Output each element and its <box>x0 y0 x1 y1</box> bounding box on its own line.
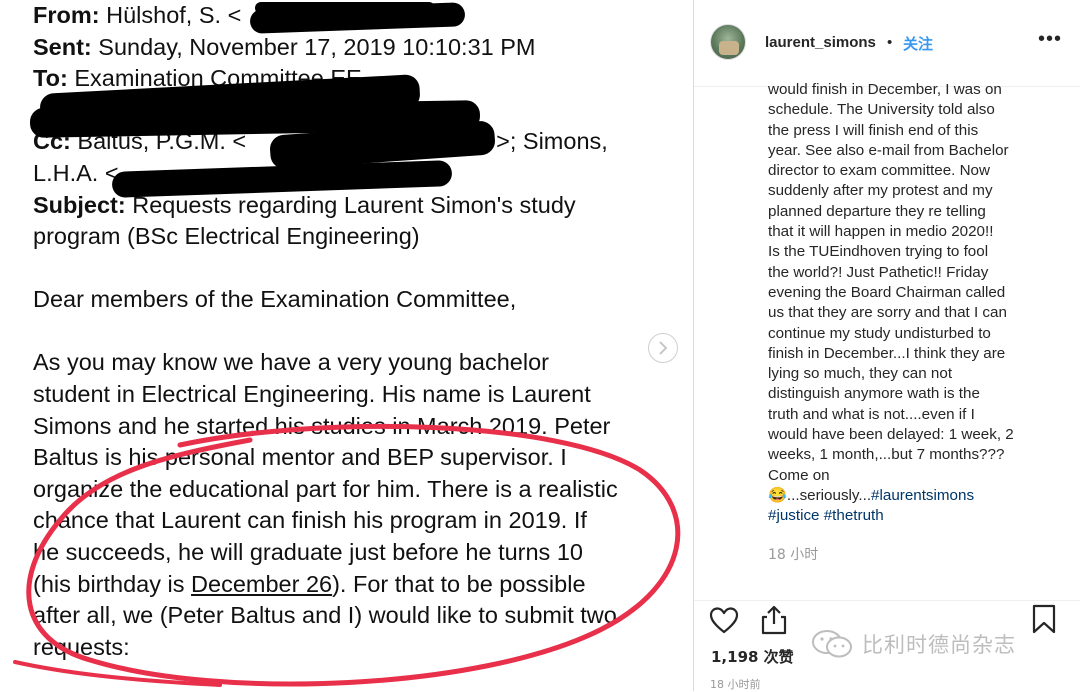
follow-button[interactable]: 关注 <box>903 33 933 54</box>
email-body-line: Simons and he started his studies in Mar… <box>33 412 611 439</box>
redaction-mark <box>255 2 435 14</box>
email-body-line: requests: <box>33 633 130 660</box>
email-body-line: after all, we (Peter Baltus and I) would… <box>33 602 617 629</box>
caption-line: continue my study undisturbed to <box>768 324 991 342</box>
share-icon <box>761 605 787 635</box>
post-caption: would finish in December, I was on sched… <box>768 80 1058 527</box>
avatar[interactable] <box>710 24 746 60</box>
caption-line: truth and what is not....even if I <box>768 405 975 423</box>
share-button[interactable] <box>759 604 789 635</box>
like-button[interactable] <box>709 606 739 636</box>
caption-line: that it will happen in medio 2020!! <box>768 223 994 241</box>
caption-line: finish in December...I think they are <box>768 344 1006 362</box>
email-body-line: As you may know we have a very young bac… <box>33 349 549 376</box>
birthday-date: December 26 <box>191 570 333 597</box>
username-link[interactable]: laurent_simons <box>765 34 876 51</box>
caption-timestamp: 18 小时 <box>768 547 819 563</box>
caption-line: would finish in December, I was on <box>768 81 1002 98</box>
chevron-right-icon <box>659 341 668 355</box>
email-body-line: he succeeds, he will graduate just befor… <box>33 538 583 565</box>
heart-icon <box>709 607 739 634</box>
caption-line: Is the TUEindhoven trying to fool <box>768 243 989 261</box>
caption-line: lying so much, they can not <box>768 365 953 383</box>
separator-dot: • <box>887 34 893 51</box>
caption-line: evening the Board Chairman called <box>768 283 1006 301</box>
caption-line: planned departure they re telling <box>768 202 986 220</box>
email-body: As you may know we have a very young bac… <box>33 347 683 663</box>
email-sent-line: Sent: Sunday, November 17, 2019 10:10:31… <box>33 33 536 60</box>
watermark: 比利时德尚杂志 <box>810 628 1050 660</box>
caption-line: #justice #thetruth <box>768 506 1058 526</box>
next-image-button[interactable] <box>648 333 678 363</box>
caption-line: weeks, 1 month,...but 7 months??? <box>768 446 1005 464</box>
caption-line: Come on <box>768 466 830 484</box>
email-body-line: organize the educational part for him. T… <box>33 475 618 502</box>
email-body-line-birthday: (his birthday is December 26). For that … <box>33 570 586 597</box>
caption-line: would have been delayed: 1 week, 2 <box>768 426 1014 444</box>
hashtag-link[interactable]: #thetruth <box>824 507 884 524</box>
email-greeting: Dear members of the Examination Committe… <box>33 285 517 312</box>
email-subject-line-2: program (BSc Electrical Engineering) <box>33 223 420 250</box>
post-image-email: From: Hülshof, S. < Sent: Sunday, Novemb… <box>0 0 693 691</box>
caption-line: us that they are sorry and that I can <box>768 304 1007 322</box>
caption-line: director to exam committee. Now <box>768 162 990 180</box>
laughing-emoji-icon: 😂 <box>768 486 787 504</box>
caption-line: suddenly after my protest and my <box>768 182 993 200</box>
post-header: laurent_simons • 关注 ••• <box>694 0 1080 87</box>
caption-line: year. See also e-mail from Bachelor <box>768 141 1009 159</box>
post-timestamp: 18 小时前 <box>710 678 761 691</box>
caption-line: distinguish anymore wath is the <box>768 385 980 403</box>
email-body-line: Baltus is his personal mentor and BEP su… <box>33 444 567 471</box>
email-body-line: chance that Laurent can finish his progr… <box>33 507 587 534</box>
wechat-logo-icon <box>812 630 852 658</box>
watermark-text: 比利时德尚杂志 <box>862 633 1016 657</box>
like-count[interactable]: 1,198 次赞 <box>711 646 794 667</box>
hashtag-link[interactable]: #laurentsimons <box>871 487 974 504</box>
post-side-panel: laurent_simons • 关注 ••• would finish in … <box>694 0 1080 691</box>
caption-line: the world?! Just Pathetic!! Friday <box>768 263 989 281</box>
email-body-line: student in Electrical Engineering. His n… <box>33 380 591 407</box>
hashtag-link[interactable]: #justice <box>768 507 820 524</box>
caption-line: the press I will finish end of this <box>768 121 979 139</box>
caption-line: 😂...seriously...#laurentsimons <box>768 486 975 504</box>
caption-line: schedule. The University told also <box>768 101 995 119</box>
more-options-button[interactable]: ••• <box>1038 28 1062 51</box>
